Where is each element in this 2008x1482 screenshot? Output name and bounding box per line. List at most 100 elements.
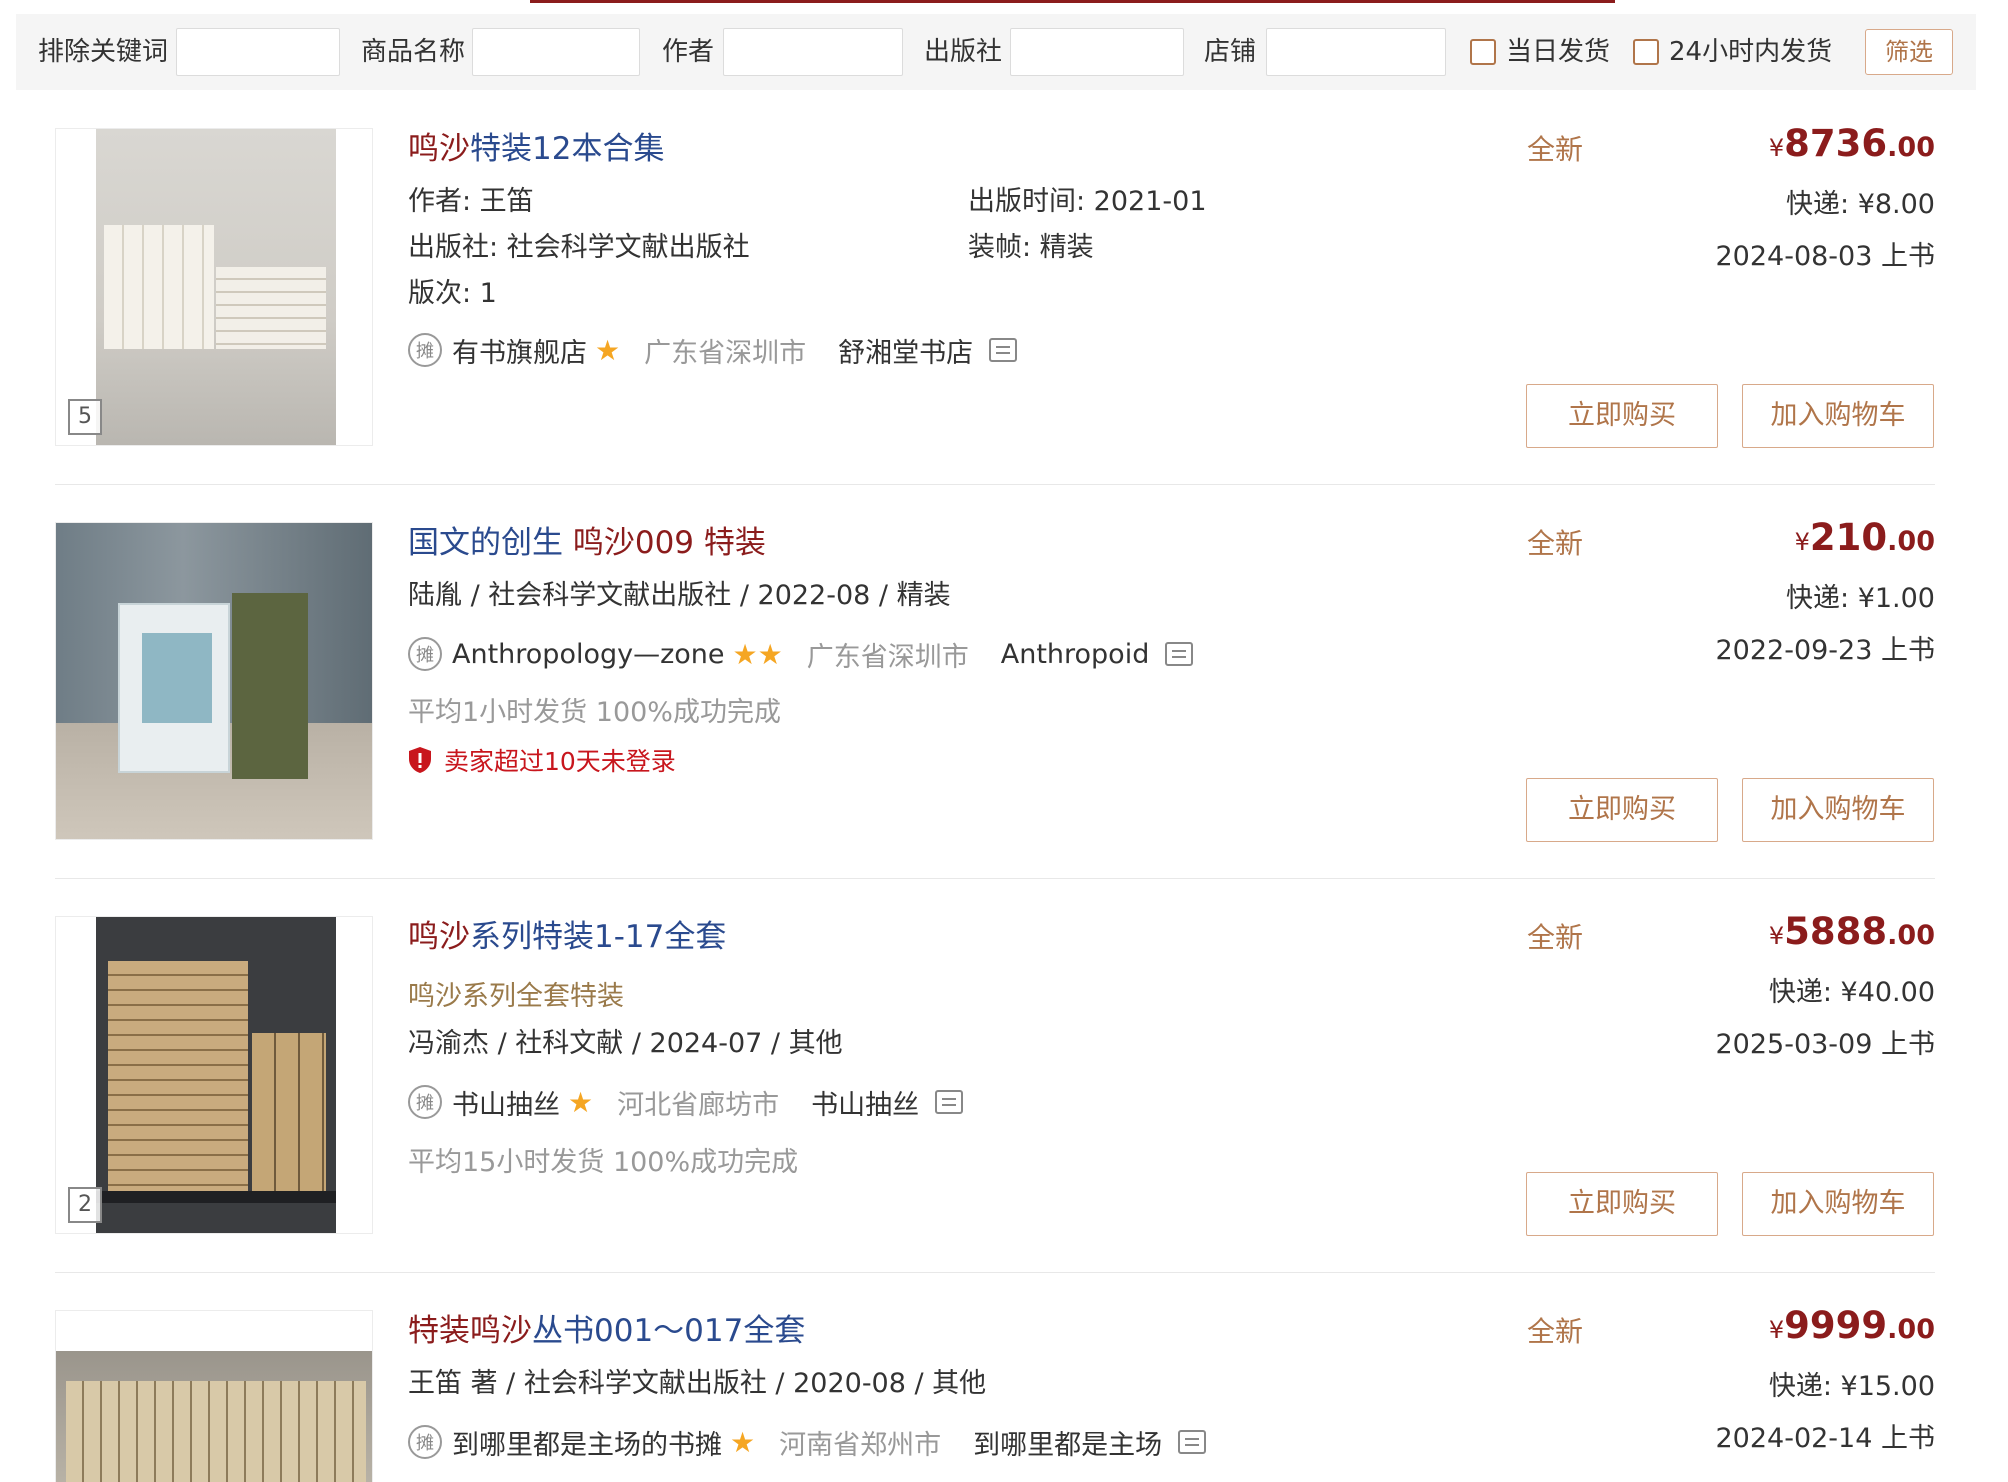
price-integer: 210 (1809, 516, 1888, 559)
within-24h-checkbox[interactable] (1633, 39, 1659, 65)
exclude-keyword-input[interactable] (176, 28, 340, 76)
item-pub-time: 出版时间: 2021-01 (968, 186, 1207, 217)
star-rating-icon: ★★ (732, 637, 783, 671)
add-to-cart-button[interactable]: 加入购物车 (1742, 778, 1934, 842)
stall-icon: 摊 (408, 333, 442, 367)
buy-now-button[interactable]: 立即购买 (1526, 1172, 1718, 1236)
product-image[interactable]: 2 (55, 916, 373, 1234)
star-rating-icon: ★ (730, 1425, 756, 1459)
condition-label: 全新 (1527, 1315, 1584, 1348)
currency-symbol: ¥ (1794, 528, 1810, 556)
condition-label: 全新 (1527, 133, 1584, 166)
add-to-cart-button[interactable]: 加入购物车 (1742, 384, 1934, 448)
price-decimal: .00 (1887, 920, 1935, 951)
shop-row: 摊 Anthropology—zone ★★ 广东省深圳市 Anthropoid (408, 634, 1194, 674)
item-title[interactable]: 鸣沙系列特装1-17全套 (408, 916, 726, 958)
shield-icon (409, 747, 431, 773)
item-title[interactable]: 国文的创生 鸣沙009 特装 (408, 522, 766, 564)
store-name[interactable]: 到哪里都是主场 (973, 1423, 1162, 1462)
item-author: 作者: 王笛 (408, 186, 534, 217)
list-item: 5 鸣沙特装12本合集 作者: 王笛 出版时间: 2021-01 出版社: 社会… (0, 122, 2008, 448)
title-highlight: 鸣沙 (408, 919, 470, 955)
same-day-label: 当日发货 (1506, 37, 1611, 67)
exclude-keyword-label: 排除关键词 (38, 37, 169, 67)
item-divider (55, 878, 1935, 879)
item-meta: 陆胤 / 社会科学文献出版社 / 2022-08 / 精装 (408, 580, 951, 611)
publisher-label: 出版社 (924, 37, 1003, 67)
star-rating-icon: ★ (595, 333, 621, 367)
listed-date: 2022-09-23 上书 (1715, 635, 1936, 666)
stall-icon: 摊 (408, 1085, 442, 1119)
shop-location: 广东省深圳市 (806, 641, 969, 673)
item-meta: 冯渝杰 / 社科文献 / 2024-07 / 其他 (408, 1028, 843, 1059)
add-to-cart-button[interactable]: 加入购物车 (1742, 1172, 1934, 1236)
chat-icon[interactable] (989, 338, 1018, 362)
store-name[interactable]: 舒湘堂书店 (838, 331, 973, 370)
shop-input[interactable] (1266, 28, 1446, 76)
title-text: 丛书001～017全套 (532, 1313, 806, 1349)
price-integer: 5888 (1784, 910, 1888, 953)
item-edition: 版次: 1 (408, 278, 497, 309)
condition-label: 全新 (1527, 921, 1584, 954)
chat-icon[interactable] (1165, 642, 1194, 666)
shipping-fee: 快递: ¥8.00 (1786, 189, 1935, 220)
condition-label: 全新 (1527, 527, 1584, 560)
author-input[interactable] (723, 28, 903, 76)
chat-icon[interactable] (1178, 1430, 1207, 1454)
buy-now-button[interactable]: 立即购买 (1526, 384, 1718, 448)
product-image[interactable]: 5 (55, 128, 373, 446)
same-day-checkbox[interactable] (1470, 39, 1496, 65)
product-image[interactable] (55, 522, 373, 840)
item-divider (55, 1272, 1935, 1273)
price-decimal: .00 (1887, 526, 1935, 557)
shop-row: 摊 有书旗舰店 ★ 广东省深圳市 舒湘堂书店 (408, 330, 1018, 370)
shop-location: 河北省廊坊市 (617, 1089, 780, 1121)
title-text: 特装12本合集 (470, 131, 665, 167)
shop-location: 广东省深圳市 (644, 337, 807, 369)
price: ¥8736.00 (1769, 122, 1935, 165)
chat-icon[interactable] (935, 1090, 964, 1114)
shipping-fee: 快递: ¥15.00 (1768, 1371, 1935, 1402)
price-decimal: .00 (1887, 1314, 1935, 1345)
stall-icon: 摊 (408, 637, 442, 671)
currency-symbol: ¥ (1768, 134, 1785, 162)
top-accent-bar (530, 0, 1615, 3)
title-highlight: 特装鸣沙 (408, 1313, 532, 1349)
filter-button[interactable]: 筛选 (1865, 29, 1953, 75)
price: ¥5888.00 (1769, 910, 1935, 953)
shipping-fee: 快递: ¥1.00 (1786, 583, 1935, 614)
list-item: 特装鸣沙丛书001～017全套 王笛 著 / 社会科学文献出版社 / 2020-… (0, 1304, 2008, 1482)
currency-symbol: ¥ (1768, 1316, 1785, 1344)
shop-label: 店铺 (1204, 37, 1257, 67)
price: ¥9999.00 (1769, 1304, 1935, 1347)
item-title[interactable]: 鸣沙特装12本合集 (408, 128, 664, 170)
store-name[interactable]: Anthropoid (1001, 639, 1150, 670)
listed-date: 2024-08-03 上书 (1715, 241, 1936, 272)
shop-name[interactable]: 到哪里都是主场的书摊 (452, 1423, 722, 1462)
shop-stats: 平均1小时发货 100%成功完成 (408, 697, 781, 728)
seller-warning: 卖家超过10天未登录 (408, 742, 676, 778)
item-binding: 装帧: 精装 (968, 232, 1094, 263)
item-title[interactable]: 特装鸣沙丛书001～017全套 (408, 1310, 805, 1352)
shop-location: 河南省郑州市 (779, 1429, 942, 1461)
item-divider (55, 484, 1935, 485)
price-integer: 8736 (1784, 122, 1888, 165)
title-highlight: 鸣沙 (408, 131, 470, 167)
item-meta: 王笛 著 / 社会科学文献出版社 / 2020-08 / 其他 (408, 1368, 987, 1399)
stall-icon: 摊 (408, 1425, 442, 1459)
product-name-input[interactable] (472, 28, 640, 76)
buy-now-button[interactable]: 立即购买 (1526, 778, 1718, 842)
image-count-badge: 2 (68, 1187, 102, 1223)
warning-text: 卖家超过10天未登录 (444, 747, 676, 776)
shop-name[interactable]: 有书旗舰店 (452, 331, 587, 370)
shop-row: 摊 书山抽丝 ★ 河北省廊坊市 书山抽丝 (408, 1082, 964, 1122)
shop-name[interactable]: 书山抽丝 (452, 1083, 560, 1122)
item-publisher: 出版社: 社会科学文献出版社 (408, 232, 750, 263)
store-name[interactable]: 书山抽丝 (811, 1083, 919, 1122)
product-image[interactable] (55, 1310, 373, 1482)
publisher-input[interactable] (1010, 28, 1184, 76)
shop-row: 摊 到哪里都是主场的书摊 ★ 河南省郑州市 到哪里都是主场 (408, 1422, 1207, 1462)
price-decimal: .00 (1887, 132, 1935, 163)
star-rating-icon: ★ (568, 1085, 594, 1119)
shop-name[interactable]: Anthropology—zone (452, 639, 725, 670)
